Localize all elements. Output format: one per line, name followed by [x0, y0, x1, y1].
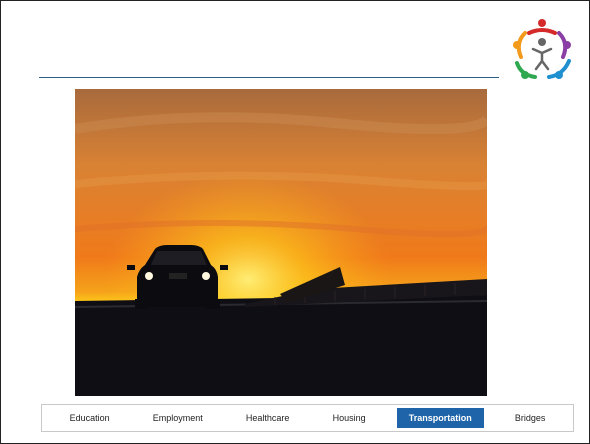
nav-item-education[interactable]: Education — [58, 408, 122, 428]
nav-item-transportation[interactable]: Transportation — [396, 408, 484, 428]
nav-item-healthcare[interactable]: Healthcare — [234, 408, 302, 428]
nav-item-employment[interactable]: Employment — [141, 408, 215, 428]
header-divider — [39, 77, 499, 78]
car-at-sunset-photo — [75, 89, 487, 396]
people-circle-logo-icon — [507, 15, 577, 85]
slide: Education Employment Healthcare Housing … — [0, 0, 590, 444]
section-nav: Education Employment Healthcare Housing … — [41, 404, 574, 432]
nav-item-bridges[interactable]: Bridges — [503, 408, 558, 428]
nav-item-housing[interactable]: Housing — [321, 408, 378, 428]
